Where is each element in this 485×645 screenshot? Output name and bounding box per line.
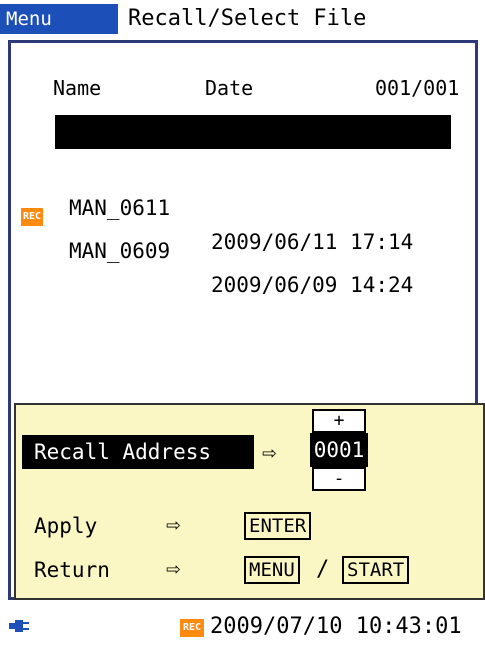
page-counter: 001/001 bbox=[375, 76, 460, 100]
menu-tab[interactable]: Menu bbox=[0, 4, 118, 34]
column-header-name: Name bbox=[53, 76, 102, 100]
return-label: Return bbox=[34, 558, 110, 582]
file-row[interactable]: MAN_0611 2009/06/11 17:14 bbox=[55, 157, 451, 254]
rec-badge: REC bbox=[21, 208, 43, 226]
file-row[interactable]: MAN_0710 2009/07/10 10:36 bbox=[55, 115, 451, 212]
file-row[interactable]: MAN_0609 2009/06/09 14:24 bbox=[55, 200, 451, 297]
right-arrow-icon: ⇨ bbox=[166, 554, 181, 582]
menu-key[interactable]: MENU bbox=[244, 556, 300, 584]
start-key[interactable]: START bbox=[342, 556, 410, 584]
right-arrow-icon: ⇨ bbox=[262, 438, 277, 466]
title-bar: Menu Recall/Select File bbox=[0, 0, 485, 40]
clock: 2009/07/10 10:43:01 bbox=[210, 614, 462, 639]
file-date: 2009/06/09 14:24 bbox=[211, 273, 414, 297]
rec-status-badge: REC bbox=[180, 619, 204, 637]
recall-dialog: Recall Address ⇨ + 0001 - Apply ⇨ ENTER … bbox=[14, 403, 485, 600]
separator: / bbox=[316, 557, 330, 582]
address-value[interactable]: 0001 bbox=[310, 433, 368, 467]
apply-label: Apply bbox=[34, 514, 98, 538]
file-name: MAN_0609 bbox=[69, 239, 171, 263]
status-bar: REC 2009/07/10 10:43:01 bbox=[0, 605, 485, 645]
enter-key[interactable]: ENTER bbox=[244, 512, 312, 540]
right-arrow-icon: ⇨ bbox=[166, 510, 181, 538]
decrement-button[interactable]: - bbox=[312, 467, 366, 491]
increment-button[interactable]: + bbox=[312, 409, 366, 433]
usb-plug-icon bbox=[9, 620, 29, 632]
recall-address-label: Recall Address bbox=[22, 435, 254, 469]
screen-title: Recall/Select File bbox=[128, 6, 367, 31]
column-header-date: Date bbox=[205, 76, 254, 100]
